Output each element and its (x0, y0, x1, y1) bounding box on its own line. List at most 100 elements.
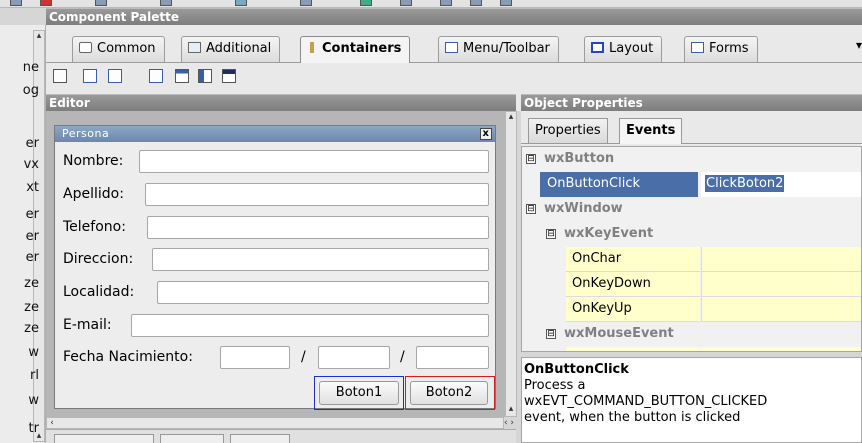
panel-component-icon[interactable] (53, 69, 67, 83)
boton2-button[interactable]: Boton2 (410, 381, 488, 405)
bottom-tab[interactable] (54, 434, 154, 443)
tab-forms[interactable]: Forms (684, 36, 758, 62)
scroll-up-arrow[interactable]: ▴ (506, 112, 516, 122)
apellido-label: Apellido: (63, 186, 124, 202)
tree-item-label[interactable]: rl (30, 368, 39, 384)
tab-layout[interactable]: Layout (584, 36, 663, 62)
auinotebook-component-icon[interactable] (222, 69, 236, 83)
help-line: event, when the button is clicked (524, 410, 741, 425)
direccion-label: Direccion: (63, 251, 134, 267)
event-name: OnButtonClick (540, 172, 698, 197)
birth-day-input[interactable] (220, 346, 290, 369)
tree-item-label[interactable]: w (28, 345, 39, 361)
telefono-label: Telefono: (63, 219, 126, 235)
tree-item-label[interactable]: vx (24, 157, 39, 173)
group-wxmouseevent[interactable]: ⊟ wxMouseEvent (522, 322, 861, 347)
collapse-icon[interactable]: ⊟ (546, 229, 556, 239)
tree-item-label[interactable]: og (23, 83, 39, 99)
tab-overflow-arrow[interactable]: ▾ (856, 38, 862, 52)
listbook-component-icon[interactable] (175, 69, 189, 83)
events-grid[interactable]: ⊟ wxButton OnButtonClick ClickBoton2 ⊟ wxW… (521, 146, 862, 352)
tree-item-label[interactable]: er (26, 136, 39, 152)
scroll-right-arrows[interactable]: ‹ › (497, 418, 521, 428)
event-row-onkeyup[interactable]: OnKeyUp (522, 297, 861, 322)
scroll-down-arrow[interactable]: ▴ (506, 404, 516, 414)
event-value[interactable] (701, 297, 861, 322)
toolbar-icon[interactable] (500, 0, 512, 6)
project-tree-panel[interactable]: ▴ ▴ ne og er vx xt er er er ze ze ze w rl w tr (0, 25, 46, 443)
event-row-onkeydown[interactable]: OnKeyDown (522, 272, 861, 297)
event-row-onchar[interactable]: OnChar (522, 247, 861, 272)
form-persona-window[interactable]: Persona x Nombre: Apellido: Telefono: Di… (54, 125, 496, 410)
editor-vertical-scrollbar[interactable]: ▴ ▴ (505, 111, 517, 417)
birth-month-input[interactable] (318, 346, 390, 369)
form-title: Persona (62, 127, 110, 140)
toolbar-icon[interactable] (470, 0, 482, 6)
event-value (701, 347, 861, 351)
tree-item-label[interactable]: ne (23, 60, 39, 76)
toolbar-icon[interactable] (235, 0, 247, 6)
boton1-button[interactable]: Boton1 (319, 381, 399, 405)
tree-item-label[interactable]: w (28, 393, 39, 409)
editor-horizontal-scrollbar[interactable]: ‹ ‹ › (46, 417, 514, 429)
email-label: E-mail: (63, 317, 112, 333)
event-name: OnKeyDown (566, 272, 700, 297)
toolbar-icon[interactable] (160, 0, 172, 6)
group-wxwindow[interactable]: ⊟ wxWindow (522, 197, 861, 222)
event-row-onbuttonclick[interactable]: OnButtonClick ClickBoton2 (522, 172, 861, 197)
tree-item-label[interactable]: tr (29, 421, 39, 437)
bottom-tab[interactable] (160, 434, 224, 443)
tree-item-label[interactable]: xt (26, 180, 39, 196)
collapse-icon[interactable]: ⊟ (546, 329, 556, 339)
toolbar-icon[interactable] (95, 0, 107, 6)
tab-common[interactable]: Common (72, 36, 165, 62)
tree-item-label[interactable]: ze (24, 276, 39, 292)
bottom-tab[interactable] (230, 434, 290, 443)
collapse-icon[interactable]: ⊟ (526, 154, 536, 164)
choicebook-component-icon[interactable] (198, 69, 212, 83)
tree-item-label[interactable]: ze (24, 321, 39, 337)
event-name: OnChar (566, 247, 700, 272)
scroll-up-arrow[interactable]: ▴ (34, 31, 44, 41)
event-value[interactable] (701, 247, 861, 272)
editor-bottom-tabs (46, 429, 516, 443)
telefono-input[interactable] (147, 216, 489, 239)
tree-item-label[interactable]: er (26, 250, 39, 266)
tree-item-label[interactable]: ze (24, 300, 39, 316)
event-name (566, 347, 700, 351)
toolbar-icon[interactable] (10, 0, 22, 6)
scroll-left-arrow[interactable]: ‹ (47, 418, 57, 428)
group-wxbutton[interactable]: ⊟ wxButton (522, 147, 861, 172)
tab-events[interactable]: Events (619, 118, 683, 144)
tree-item-label[interactable]: er (26, 229, 39, 245)
tab-menu-toolbar[interactable]: Menu/Toolbar (438, 36, 559, 62)
localidad-label: Localidad: (63, 284, 135, 300)
toolbar-icon[interactable] (440, 0, 452, 6)
event-value[interactable]: ClickBoton2 (701, 172, 861, 197)
main-toolbar (0, 0, 862, 8)
collapse-icon[interactable]: ⊟ (526, 204, 536, 214)
splitter-component-icon[interactable] (83, 69, 97, 83)
form-title-bar[interactable]: Persona x (55, 126, 495, 142)
tab-additional[interactable]: Additional (181, 36, 281, 62)
toolbar-icon[interactable] (40, 0, 52, 6)
group-wxkeyevent[interactable]: ⊟ wxKeyEvent (522, 222, 861, 247)
apellido-input[interactable] (145, 183, 489, 206)
tab-containers[interactable]: Containers (300, 36, 411, 63)
tree-item-label[interactable]: er (26, 207, 39, 223)
birth-year-input[interactable] (416, 346, 489, 369)
toolbar-icon[interactable] (400, 0, 412, 6)
object-properties-header: Object Properties (521, 94, 862, 111)
notebook-component-icon[interactable] (149, 69, 163, 83)
toolbar-icon[interactable] (300, 0, 312, 6)
nombre-input[interactable] (139, 150, 489, 173)
email-input[interactable] (131, 314, 489, 337)
help-line: wxEVT_COMMAND_BUTTON_CLICKED (524, 394, 768, 409)
event-value[interactable] (701, 272, 861, 297)
toolbar-icon[interactable] (360, 0, 372, 6)
localidad-input[interactable] (157, 281, 489, 304)
tab-properties[interactable]: Properties (528, 118, 608, 143)
direccion-input[interactable] (152, 248, 489, 271)
close-icon[interactable]: x (480, 128, 492, 140)
scrolled-window-component-icon[interactable] (108, 69, 122, 83)
